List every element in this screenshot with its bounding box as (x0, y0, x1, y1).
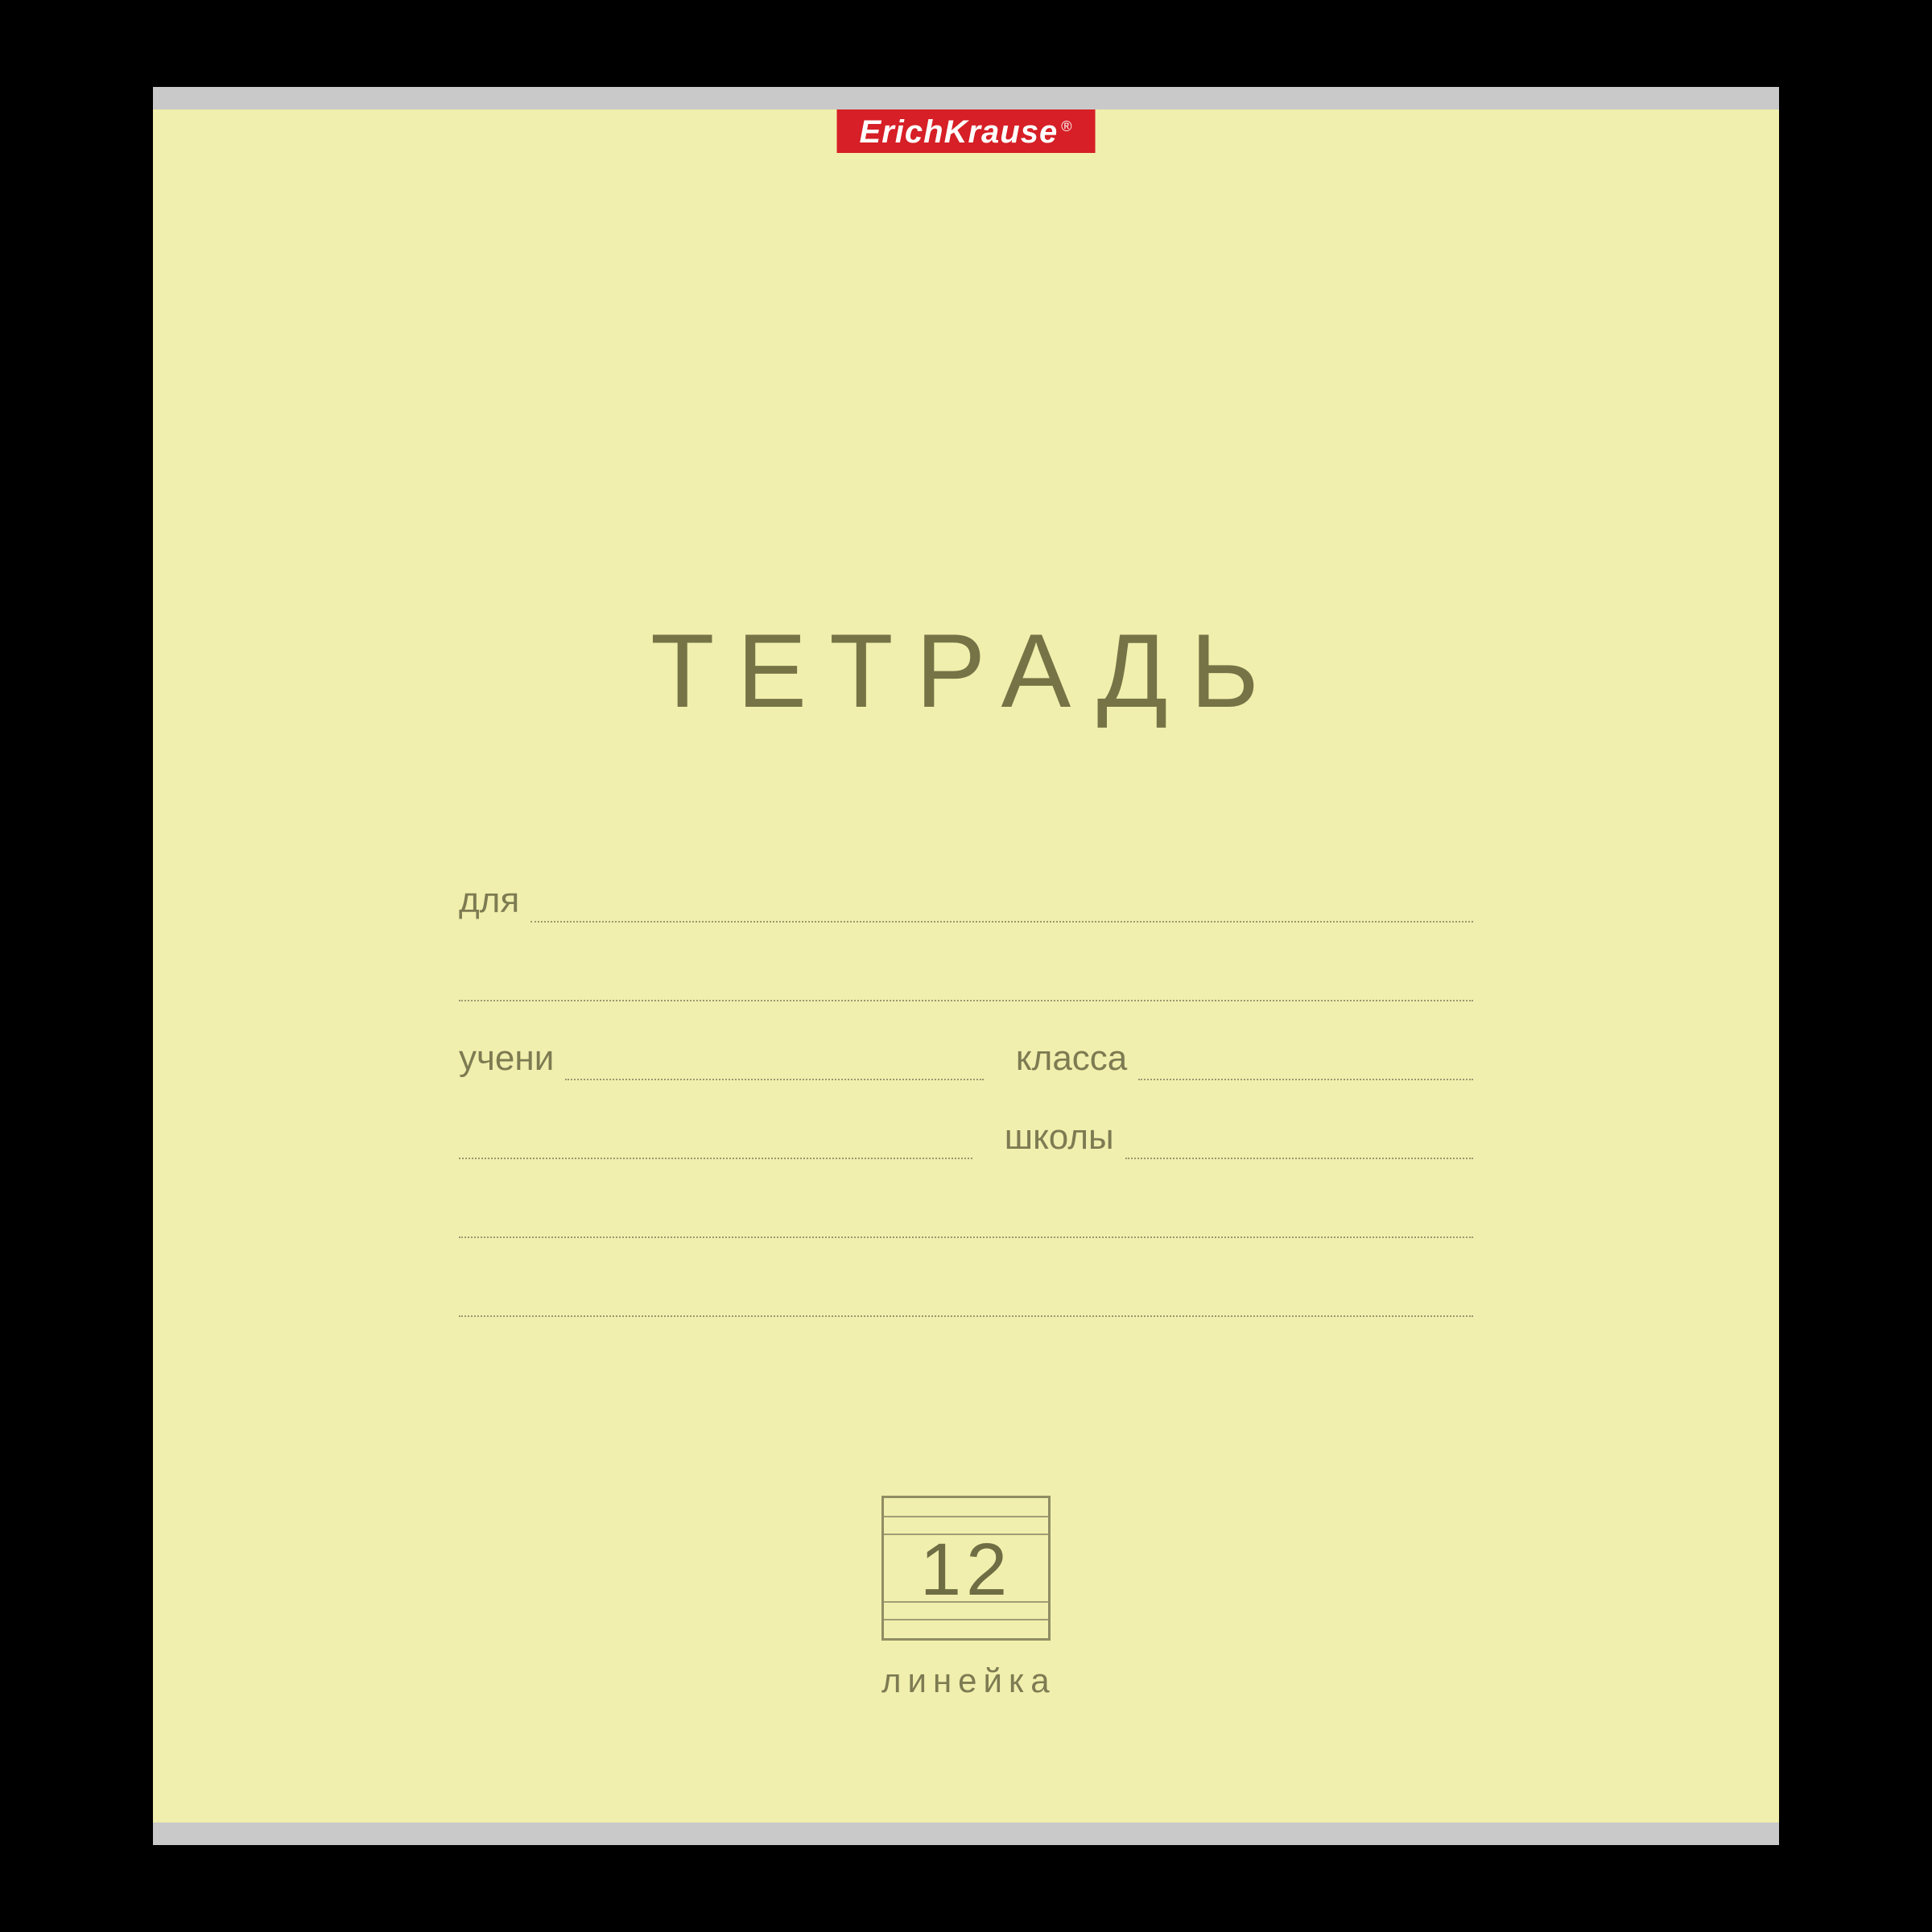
fill-line (565, 1079, 984, 1080)
row-blank-3 (459, 1238, 1473, 1317)
page-indicator: 12 линейка (881, 1496, 1051, 1700)
staple-strip-bottom (153, 1823, 1779, 1845)
fill-line (530, 921, 1473, 923)
row-blank-1 (459, 923, 1473, 1001)
label-class: класса (1016, 1038, 1138, 1080)
label-for: для (459, 881, 530, 923)
product-image-stage: ErichKrause® ТЕТРАДЬ для учени класса шк (0, 0, 1932, 1932)
row-for: для (459, 844, 1473, 923)
fill-line (1125, 1158, 1473, 1159)
fill-line (459, 1158, 972, 1159)
fill-line (459, 1236, 1473, 1238)
row-blank-2 (459, 1159, 1473, 1238)
label-student: учени (459, 1038, 565, 1080)
page-count: 12 (920, 1525, 1012, 1612)
fill-line (459, 1315, 1473, 1317)
staple-strip-top (153, 87, 1779, 109)
row-school: школы (459, 1080, 1473, 1159)
cover-form: для учени класса школы (459, 844, 1473, 1317)
brand-name: ErichKrause (860, 114, 1059, 150)
cover-title: ТЕТРАДЬ (153, 610, 1779, 731)
label-school: школы (1005, 1117, 1125, 1159)
ruling-label: линейка (881, 1662, 1051, 1700)
registered-mark: ® (1061, 118, 1072, 134)
brand-badge: ErichKrause® (837, 109, 1096, 153)
notebook-cover: ErichKrause® ТЕТРАДЬ для учени класса шк (153, 87, 1779, 1845)
fill-line (1138, 1079, 1473, 1080)
row-student-class: учени класса (459, 1001, 1473, 1080)
ruling-icon: 12 (881, 1496, 1051, 1641)
fill-line (459, 1000, 1473, 1001)
